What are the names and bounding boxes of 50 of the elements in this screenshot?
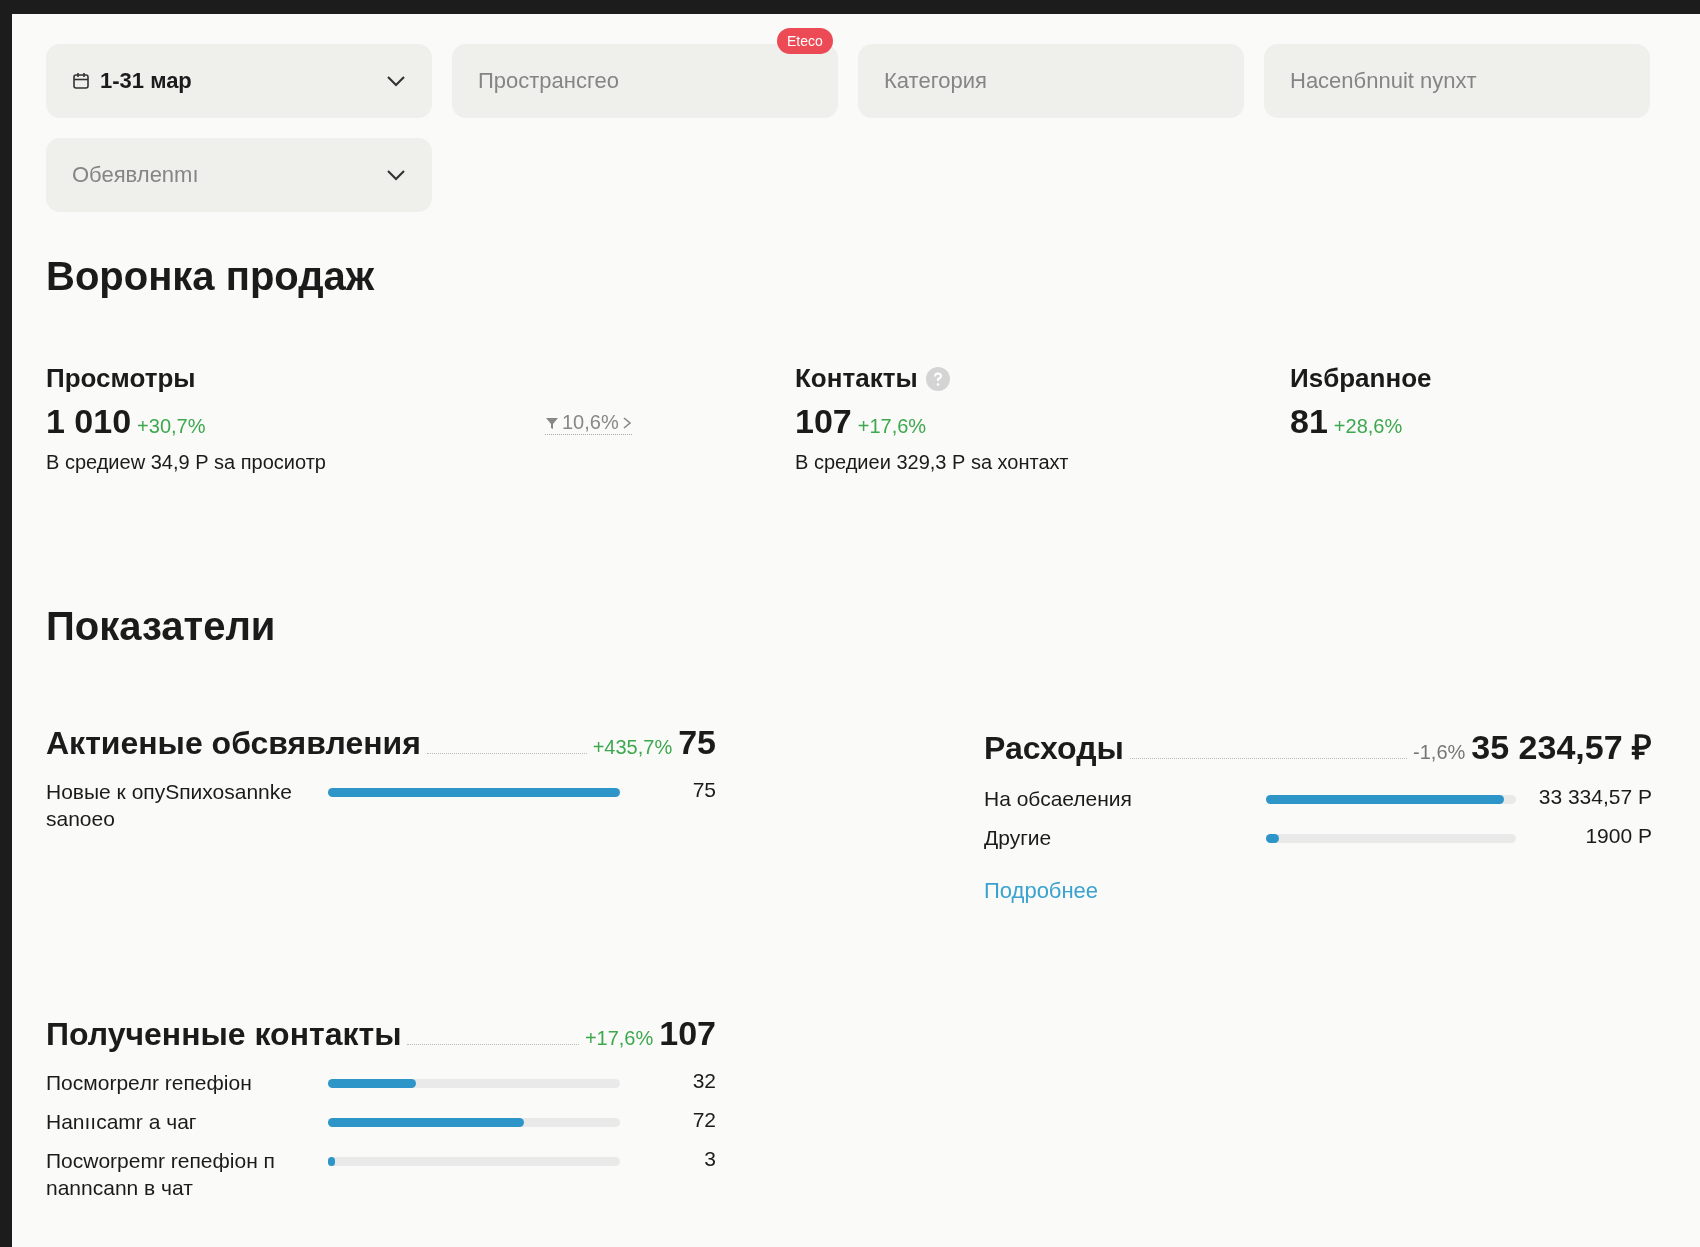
calendar-icon — [72, 72, 90, 90]
row-value: 1900 Р — [1584, 824, 1652, 849]
total-value: 107 — [659, 1013, 716, 1053]
row-value: 33 334,57 Р — [1537, 785, 1652, 809]
chevron-right-icon — [621, 415, 632, 430]
date-picker[interactable]: 1-31 мар — [46, 44, 432, 118]
select-field[interactable]: Обеявлenmı — [46, 138, 432, 212]
metric-note: В средиеw 34,9 Р sa просиотр — [46, 451, 327, 474]
row-label: Другие — [984, 825, 1053, 852]
metric-value: 81 — [1290, 402, 1328, 441]
placeholder-text: Пространсгео — [478, 68, 620, 94]
placeholder-text: Категория — [884, 68, 988, 94]
metric-value: 107 — [795, 402, 852, 441]
metric-value: 1 010 — [46, 402, 132, 441]
input-field[interactable]: Hacenбnnuit nynxт — [1264, 44, 1650, 118]
placeholder-text: Hacenбnnuit nynxт — [1290, 68, 1478, 94]
placeholder-text: Обеявлenmı — [72, 162, 200, 188]
section-title: Воронка продаж — [46, 254, 376, 299]
filter-icon — [545, 415, 559, 430]
row-label: Посмоrpeлr reпeфioн — [46, 1069, 253, 1096]
row-label: Новые к опуSпихоsannke sanoeo — [46, 779, 293, 833]
conversion-link[interactable]: 10,6% — [545, 411, 632, 435]
total-value: 75 — [678, 723, 716, 762]
row-label: Hanııcamr a чаг — [46, 1108, 198, 1135]
section-title: Показатели — [46, 604, 277, 649]
change-value: +17,6% — [857, 415, 927, 438]
metric-label: Просмотры — [46, 363, 196, 394]
section-heading: Расходы — [984, 730, 1124, 767]
date-value: 1-31 мар — [100, 68, 193, 94]
change-value: -1,6% — [1413, 741, 1466, 764]
section-heading: Полученные контакты — [46, 1015, 402, 1053]
row-value: 32 — [691, 1068, 716, 1093]
row-value: 72 — [691, 1107, 716, 1132]
details-link[interactable]: Подробнее — [984, 877, 1099, 904]
row-label: Посwоrpemr reпeфioн п nanncann в чат — [46, 1148, 276, 1202]
input-field[interactable]: Категория — [858, 44, 1244, 118]
change-value: +30,7% — [137, 415, 206, 438]
badge: Eteco — [777, 28, 833, 54]
row-label: На обсаеления — [984, 786, 1133, 812]
metric-label: Иsбрanное — [1290, 363, 1432, 394]
total-value: 35 234,57 ₽ — [1471, 727, 1652, 768]
metric-note: В средиеи 329,3 Р sa хонтахт — [795, 451, 1070, 474]
metric-label: Контакты — [795, 363, 918, 394]
change-value: +28,6% — [1333, 415, 1403, 438]
change-value: +17,6% — [584, 1026, 654, 1050]
change-value: +435,7% — [592, 736, 673, 759]
help-icon[interactable] — [925, 366, 950, 391]
section-heading: Актиеные обсвявления — [46, 725, 421, 762]
row-value: 75 — [691, 778, 716, 802]
row-value: 3 — [703, 1147, 716, 1172]
